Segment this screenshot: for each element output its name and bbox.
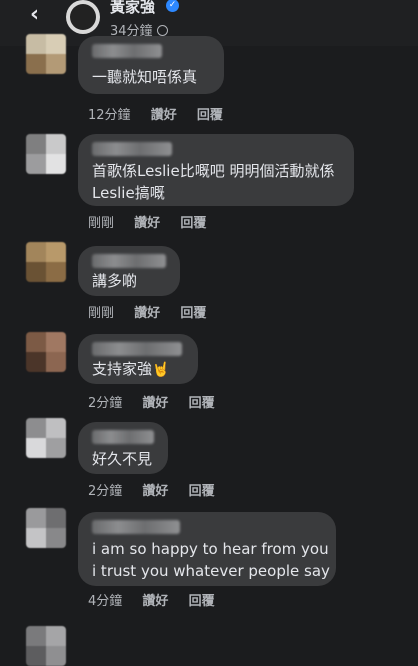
comment-actions: 2分鐘 讚好 回覆 (88, 392, 231, 411)
comment-text: 支持家強🤘 (92, 358, 169, 381)
comment-time: 2分鐘 (88, 484, 123, 499)
globe-icon (156, 25, 168, 36)
chevron-left-icon[interactable]: ‹ (30, 4, 52, 26)
comment-actions: 12分鐘 讚好 回覆 (88, 104, 239, 123)
reply-button[interactable]: 回覆 (180, 212, 206, 231)
redacted-commenter-name[interactable] (92, 342, 182, 356)
comment-bubble: 首歌係Leslie比嘅吧 明明個活動就係 Leslie搞嘅 (78, 134, 354, 206)
redacted-commenter-name[interactable] (92, 142, 172, 156)
comment-time: 剛剛 (88, 306, 115, 321)
comment-text-content: 支持家強 (92, 360, 153, 378)
comment-text: 好久不見 (92, 450, 153, 468)
comment-text: 講多啲 (92, 272, 138, 290)
comment-bubble: i am so happy to hear from you i trust y… (78, 512, 336, 586)
redacted-commenter-name[interactable] (92, 44, 162, 58)
comment-actions: 剛剛 讚好 回覆 (88, 302, 222, 321)
avatar[interactable] (66, 0, 100, 34)
comment-text: i trust you whatever people say (92, 562, 330, 580)
redacted-commenter-name[interactable] (92, 520, 180, 534)
like-button[interactable]: 讚好 (134, 302, 160, 321)
comment-bubble: 講多啲 (78, 246, 180, 296)
comment-time: 2分鐘 (88, 396, 123, 411)
avatar[interactable] (26, 34, 66, 74)
redacted-commenter-name[interactable] (92, 430, 154, 444)
reply-button[interactable]: 回覆 (189, 480, 215, 499)
comment-time: 12分鐘 (88, 108, 131, 123)
comment-text: 首歌係Leslie比嘅吧 明明個活動就係 (92, 162, 335, 180)
avatar[interactable] (26, 332, 66, 372)
comment-text: i am so happy to hear from you (92, 540, 329, 558)
reply-button[interactable]: 回覆 (180, 302, 206, 321)
reply-button[interactable]: 回覆 (189, 392, 215, 411)
comment-time: 4分鐘 (88, 594, 123, 609)
comment-time: 剛剛 (88, 216, 115, 231)
avatar[interactable] (26, 626, 66, 666)
verified-badge-icon: ✓ (166, 0, 179, 12)
avatar[interactable] (26, 242, 66, 282)
reply-button[interactable]: 回覆 (189, 590, 215, 609)
like-button[interactable]: 讚好 (142, 590, 168, 609)
comment-bubble: 一聽就知唔係真 (78, 36, 224, 94)
like-button[interactable]: 讚好 (142, 392, 168, 411)
redacted-commenter-name[interactable] (92, 254, 166, 268)
comment-actions: 4分鐘 讚好 回覆 (88, 590, 231, 609)
avatar[interactable] (26, 418, 66, 458)
poster-name[interactable]: 黃家強 (110, 0, 155, 17)
comment-actions: 2分鐘 讚好 回覆 (88, 480, 231, 499)
comment-bubble: 支持家強🤘 (78, 334, 198, 384)
like-button[interactable]: 讚好 (142, 480, 168, 499)
avatar[interactable] (26, 134, 66, 174)
avatar[interactable] (26, 508, 66, 548)
rock-hand-icon: 🤘 (152, 362, 170, 378)
like-button[interactable]: 讚好 (134, 212, 160, 231)
comment-text: 一聽就知唔係真 (92, 68, 198, 86)
comment-actions: 剛剛 讚好 回覆 (88, 212, 222, 231)
like-button[interactable]: 讚好 (151, 104, 177, 123)
comment-text: Leslie搞嘅 (92, 184, 165, 202)
comment-bubble: 好久不見 (78, 422, 168, 474)
reply-button[interactable]: 回覆 (197, 104, 223, 123)
